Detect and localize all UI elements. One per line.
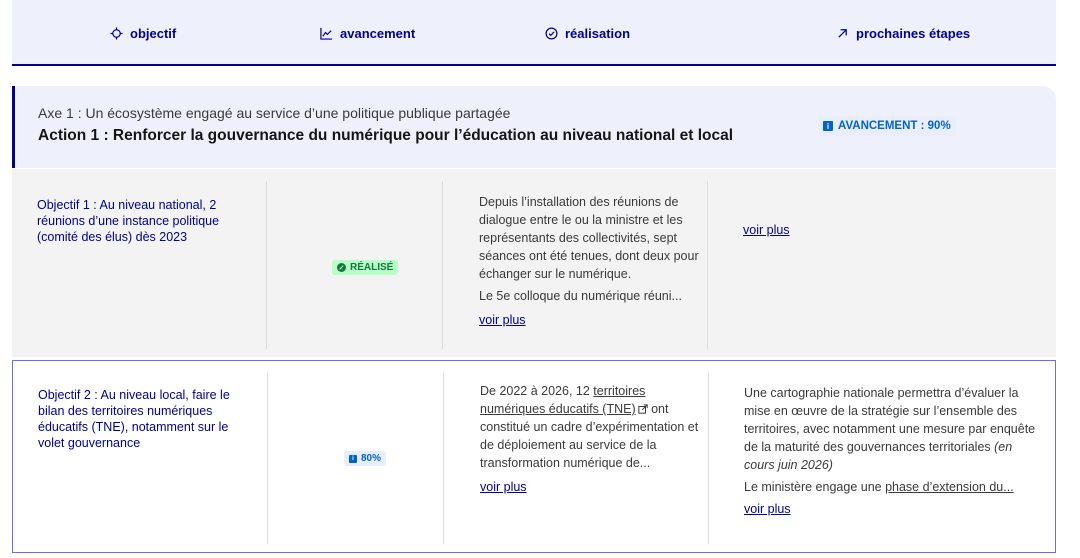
tab-realisation[interactable]: réalisation	[545, 24, 630, 42]
check-icon: ✓	[337, 263, 346, 272]
column-divider	[266, 181, 267, 349]
objective-row: Objectif 2 : Au niveau local, faire le b…	[12, 360, 1056, 553]
action-title: Action 1 : Renforcer la gouvernance du n…	[38, 127, 734, 144]
progress-badge-label: AVANCEMENT : 90%	[838, 120, 951, 132]
status-badge: ✓ RÉALISÉ	[332, 260, 399, 275]
chart-line-icon	[320, 27, 333, 40]
progress-badge: i AVANCEMENT : 90%	[818, 116, 956, 136]
objective-row: Objectif 1 : Au niveau national, 2 réuni…	[12, 169, 1056, 357]
next-steps-text-start: Le ministère engage une	[744, 480, 886, 494]
axe-label: Axe 1 : Un écosystème engagé au service …	[38, 105, 511, 121]
target-icon	[110, 26, 123, 40]
status-badge: i 80%	[344, 451, 387, 466]
column-divider	[708, 373, 709, 544]
objective-text: Objectif 1 : Au niveau national, 2 réuni…	[37, 198, 220, 244]
tab-avancement[interactable]: avancement	[320, 24, 415, 42]
realisation-text-start: De 2022 à 2026, 12	[480, 384, 594, 398]
next-steps-paragraph: Une cartographie nationale permettra d’é…	[744, 384, 1040, 474]
external-link-icon	[637, 404, 648, 414]
arrow-up-right-icon	[838, 28, 847, 38]
tab-prochaines-etapes[interactable]: prochaines étapes	[836, 24, 970, 42]
next-steps-text: Une cartographie nationale permettra d’é…	[744, 384, 1040, 518]
check-circle-icon	[545, 27, 558, 39]
objective-text: Objectif 2 : Au niveau local, faire le b…	[38, 388, 230, 450]
tab-label: avancement	[340, 25, 416, 41]
realisation-paragraph: Le 5e colloque du numérique réuni...	[479, 289, 682, 303]
voir-plus-link[interactable]: voir plus	[479, 311, 526, 329]
column-divider	[442, 181, 443, 349]
column-divider	[707, 181, 708, 349]
info-icon: i	[349, 454, 357, 463]
next-steps-text-start: Une cartographie nationale permettra d’é…	[744, 386, 1036, 454]
tab-label: prochaines étapes	[856, 25, 971, 41]
voir-plus-link[interactable]: voir plus	[744, 502, 791, 516]
column-divider	[443, 373, 444, 544]
realisation-text: Depuis l’installation des réunions de di…	[479, 193, 704, 329]
voir-plus-link[interactable]: voir plus	[480, 478, 527, 496]
info-icon: i	[823, 121, 833, 131]
realisation-text: De 2022 à 2026, 12 territoires numérique…	[480, 382, 705, 496]
realisation-paragraph: Depuis l’installation des réunions de di…	[479, 195, 699, 281]
tab-objectif[interactable]: objectif	[110, 24, 176, 42]
status-label: 80%	[361, 453, 382, 464]
status-label: RÉALISÉ	[350, 262, 394, 273]
next-steps-paragraph: Le ministère engage une phase d’extensio…	[744, 478, 1040, 496]
column-divider	[267, 373, 268, 544]
realisation-paragraph: De 2022 à 2026, 12 territoires numérique…	[480, 382, 705, 472]
next-steps-text: voir plus	[743, 221, 1039, 239]
action-header: Axe 1 : Un écosystème engagé au service …	[12, 86, 1056, 168]
voir-plus-link[interactable]: voir plus	[743, 223, 790, 237]
extension-link[interactable]: phase d’extension du...	[885, 480, 1014, 494]
section-tabs: objectif avancement réalisation prochain…	[12, 0, 1056, 66]
tab-label: objectif	[130, 25, 177, 41]
tab-label: réalisation	[565, 25, 631, 41]
